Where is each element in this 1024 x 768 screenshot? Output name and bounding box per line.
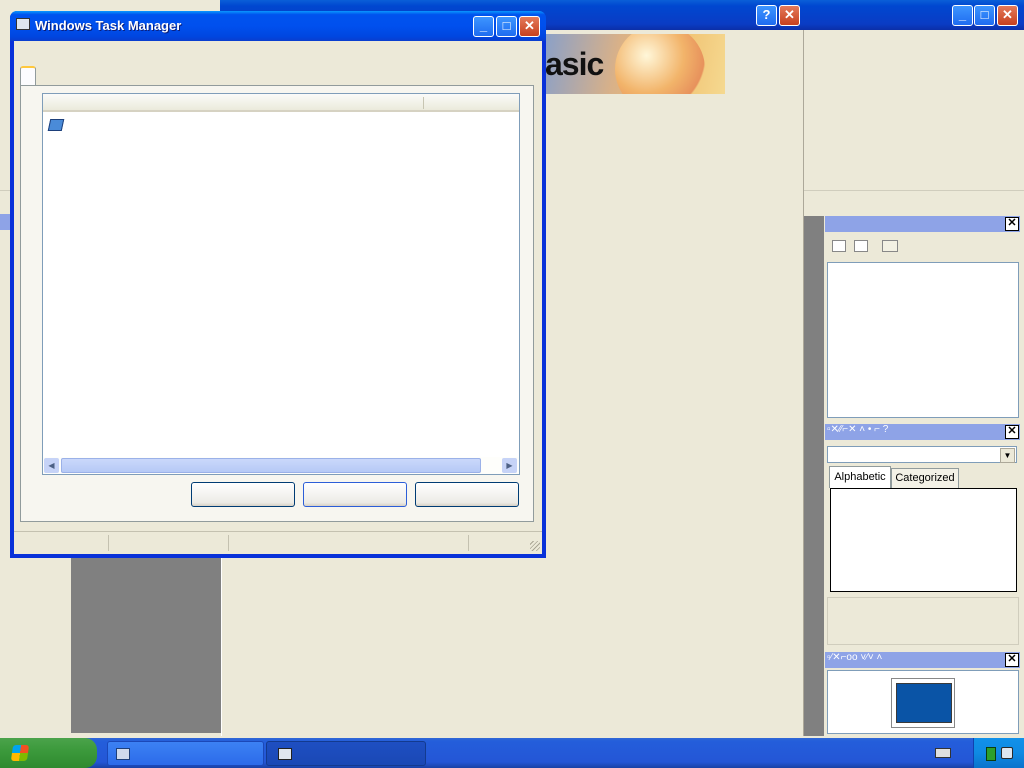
properties-grid[interactable] [830, 488, 1017, 592]
computer-icon [16, 18, 30, 30]
start-button[interactable] [0, 738, 97, 768]
properties-description [827, 597, 1019, 645]
ide-gray-form-area [71, 557, 221, 733]
scroll-right-arrow-icon[interactable]: ▶ [502, 458, 517, 473]
task-manager-window[interactable]: Windows Task Manager _ □ ✕ ◀ ▶ [10, 11, 546, 558]
keyboard-icon[interactable] [935, 748, 951, 758]
properties-header[interactable]: ▫✕⁄⁄⌐✕ ˄ • ⌐ ? ✕ [825, 424, 1020, 440]
properties-close-icon[interactable]: ✕ [1005, 425, 1019, 439]
tab-applications[interactable] [20, 66, 36, 86]
close-button[interactable]: ✕ [519, 16, 540, 37]
horizontal-scrollbar[interactable]: ◀ ▶ [43, 457, 519, 474]
computer-icon [278, 748, 292, 760]
new-task-button[interactable] [415, 482, 519, 507]
form-layout-header[interactable]: ▫⁄✕⌐oo ˅⁄˅ ˄ ✕ [825, 652, 1020, 668]
application-icon [47, 119, 65, 131]
view-object-icon[interactable] [854, 240, 868, 252]
status-pane-divider [108, 535, 109, 551]
status-pane-divider [468, 535, 469, 551]
network-icon[interactable] [986, 747, 996, 761]
list-item[interactable] [47, 117, 65, 133]
monitor-icon [891, 678, 955, 728]
banner-sphere [615, 34, 705, 94]
maximize-button-right[interactable]: □ [974, 5, 995, 26]
switch-to-button[interactable] [303, 482, 407, 507]
right-toolbar-area [804, 30, 1024, 191]
safely-remove-icon[interactable] [1001, 747, 1013, 759]
project-tree[interactable] [827, 262, 1019, 418]
project-explorer-toolbar [825, 233, 1020, 259]
banner-text: asic [545, 46, 604, 82]
monitor-screen [896, 683, 952, 723]
ide-toolbox-strip [0, 214, 10, 230]
close-button-right[interactable]: ✕ [997, 5, 1018, 26]
application-icon [116, 748, 130, 760]
scroll-left-arrow-icon[interactable]: ◀ [44, 458, 59, 473]
right-dock-gray [804, 216, 824, 736]
properties-title-glyphs: ▫✕⁄⁄⌐✕ ˄ • ⌐ ? [827, 424, 889, 435]
taskbar-item-ide[interactable] [107, 741, 264, 766]
minimize-button[interactable]: _ [473, 16, 494, 37]
status-pane-divider [228, 535, 229, 551]
tab-alphabetic[interactable]: Alphabetic [829, 466, 891, 488]
windows-logo-icon [10, 745, 30, 761]
splash-banner: asic [545, 34, 725, 94]
column-divider[interactable] [423, 97, 424, 109]
taskbar-item-task-manager[interactable] [266, 741, 426, 766]
ide-left-edge [0, 190, 10, 739]
form-layout-close-icon[interactable]: ✕ [1005, 653, 1019, 667]
chevron-down-icon[interactable]: ▼ [1000, 448, 1015, 463]
task-manager-title-bar[interactable]: Windows Task Manager _ □ ✕ [10, 11, 546, 41]
resize-grip-icon[interactable] [530, 541, 540, 551]
tab-categorized[interactable]: Categorized [891, 468, 959, 488]
end-task-button[interactable] [191, 482, 295, 507]
project-explorer-close-icon[interactable]: ✕ [1005, 217, 1019, 231]
form-layout-title-glyphs: ▫⁄✕⌐oo ˅⁄˅ ˄ [827, 652, 883, 663]
status-bar [14, 531, 542, 553]
view-code-icon[interactable] [832, 240, 846, 252]
project-explorer-header[interactable]: ✕ [825, 216, 1020, 232]
form-layout-area[interactable] [827, 670, 1019, 734]
system-tray [973, 738, 1024, 768]
minimize-button-right[interactable]: _ [952, 5, 973, 26]
toggle-folders-icon[interactable] [882, 240, 898, 252]
menu-bar [14, 41, 542, 61]
help-button[interactable]: ? [756, 5, 777, 26]
maximize-button[interactable]: □ [496, 16, 517, 37]
scroll-thumb[interactable] [61, 458, 481, 473]
ide-close-button[interactable]: ✕ [779, 5, 800, 26]
task-manager-body: ◀ ▶ [14, 41, 542, 554]
object-dropdown[interactable]: ▼ [827, 446, 1017, 463]
list-column-header[interactable] [43, 94, 519, 112]
task-list[interactable]: ◀ ▶ [42, 93, 520, 475]
task-manager-title: Windows Task Manager [35, 18, 182, 33]
